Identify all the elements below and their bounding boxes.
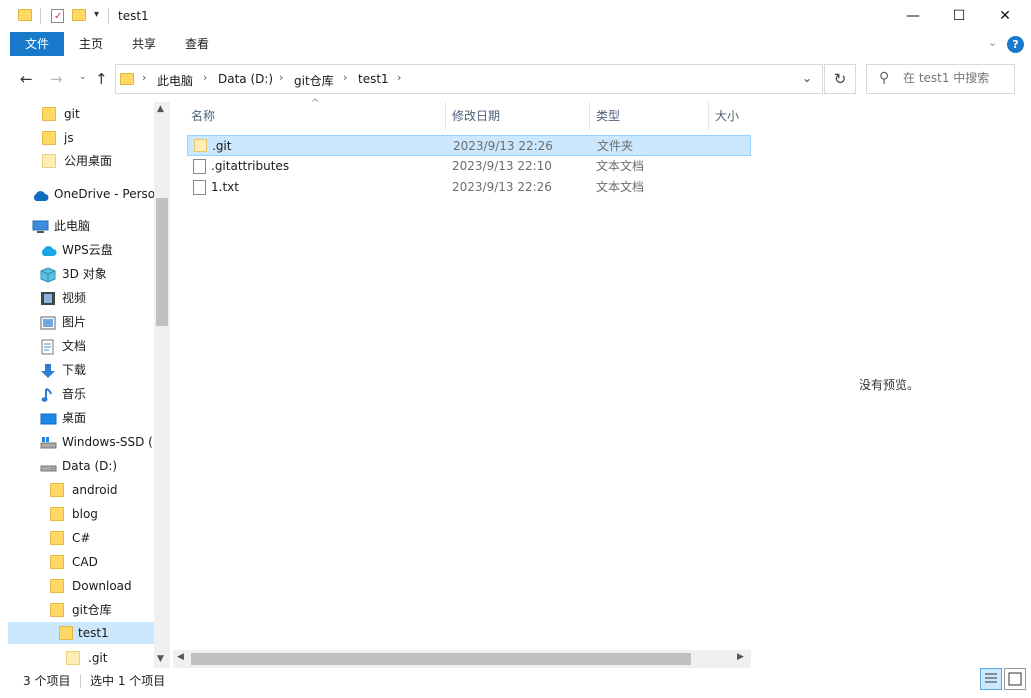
folder-icon bbox=[42, 131, 56, 145]
nav-scrollbar[interactable]: ▲ ▼ bbox=[154, 102, 170, 668]
chevron-right-icon: › bbox=[203, 71, 208, 84]
file-row[interactable]: .git 2023/9/13 22:26 文件夹 bbox=[187, 135, 751, 156]
breadcrumb-data-drive[interactable]: Data (D:) bbox=[218, 72, 273, 86]
status-item-count: 3 个项目 bbox=[23, 674, 71, 688]
refresh-icon: ↻ bbox=[833, 70, 847, 88]
address-bar[interactable]: › 此电脑 › Data (D:) › git仓库 › test1 › ⌄ bbox=[115, 64, 823, 94]
close-button[interactable]: ✕ bbox=[982, 0, 1028, 32]
folder-icon bbox=[66, 651, 80, 665]
recent-locations-icon[interactable]: ⌄ bbox=[79, 72, 87, 82]
file-list: ^ 名称 修改日期 类型 大小 .git 2023/9/13 22:26 文件夹… bbox=[173, 98, 751, 668]
minimize-button[interactable]: — bbox=[890, 0, 936, 32]
maximize-icon: ☐ bbox=[952, 8, 966, 24]
folder-icon bbox=[50, 579, 64, 593]
back-arrow-icon[interactable]: ← bbox=[20, 70, 33, 88]
search-icon: ⚲ bbox=[879, 70, 890, 86]
nav-item-test1[interactable]: test1 bbox=[8, 622, 154, 644]
tab-file[interactable]: 文件 bbox=[10, 32, 64, 56]
forward-arrow-icon[interactable]: → bbox=[50, 70, 63, 88]
status-selected-count: 选中 1 个项目 bbox=[90, 674, 166, 688]
large-icons-view-button[interactable] bbox=[1004, 668, 1026, 690]
address-toolbar: ← → ⌄ ↑ › 此电脑 › Data (D:) › git仓库 › test… bbox=[0, 56, 1031, 102]
video-icon bbox=[40, 291, 56, 305]
search-input[interactable] bbox=[903, 71, 1011, 85]
folder-icon bbox=[50, 507, 64, 521]
scroll-down-icon[interactable]: ▼ bbox=[157, 654, 164, 664]
text-file-icon bbox=[193, 180, 206, 195]
chevron-right-icon: › bbox=[397, 71, 402, 84]
title-bar: ✓ ▾ test1 — ☐ ✕ bbox=[0, 0, 1031, 32]
folder-icon bbox=[50, 531, 64, 545]
breadcrumb-test1[interactable]: test1 bbox=[358, 72, 389, 86]
folder-icon bbox=[42, 107, 56, 121]
tab-view[interactable]: 查看 bbox=[172, 32, 222, 56]
folder-icon bbox=[50, 555, 64, 569]
large-icons-view-icon bbox=[1008, 672, 1022, 686]
column-header-date[interactable]: 修改日期 bbox=[446, 102, 589, 130]
help-icon[interactable]: ? bbox=[1007, 36, 1024, 53]
folder-icon bbox=[194, 139, 207, 152]
onedrive-cloud-icon bbox=[32, 187, 49, 201]
folder-icon bbox=[120, 71, 135, 87]
preview-pane: 没有预览。 bbox=[752, 102, 1031, 668]
maximize-button[interactable]: ☐ bbox=[936, 0, 982, 32]
wps-cloud-icon bbox=[40, 243, 57, 257]
column-header-size[interactable]: 大小 bbox=[709, 102, 751, 130]
status-bar: 3 个项目 选中 1 个项目 bbox=[0, 668, 1031, 698]
column-header-type[interactable]: 类型 bbox=[590, 102, 708, 130]
close-icon: ✕ bbox=[999, 8, 1011, 24]
horizontal-scroll-thumb[interactable] bbox=[191, 653, 691, 665]
pictures-icon bbox=[40, 315, 56, 330]
properties-icon[interactable]: ✓ bbox=[50, 8, 66, 24]
nav-scroll-thumb[interactable] bbox=[156, 198, 168, 326]
folder-icon bbox=[18, 8, 34, 24]
folder-icon bbox=[50, 483, 64, 497]
ribbon-tabs: 文件 主页 共享 查看 ⌄ ? bbox=[0, 32, 1031, 56]
this-pc-icon bbox=[32, 219, 49, 233]
horizontal-scrollbar[interactable]: ◀ ▶ bbox=[173, 650, 751, 668]
scroll-left-icon[interactable]: ◀ bbox=[177, 652, 184, 662]
up-arrow-icon[interactable]: ↑ bbox=[95, 70, 108, 88]
details-view-icon bbox=[985, 673, 997, 683]
music-icon bbox=[40, 387, 56, 402]
folder-icon bbox=[42, 154, 56, 168]
tab-share[interactable]: 共享 bbox=[118, 32, 170, 56]
desktop-icon bbox=[40, 411, 57, 425]
chevron-right-icon: › bbox=[343, 71, 348, 84]
scroll-right-icon[interactable]: ▶ bbox=[737, 652, 744, 662]
search-box[interactable]: ⚲ bbox=[866, 64, 1015, 94]
details-view-button[interactable] bbox=[980, 668, 1002, 690]
3d-objects-icon bbox=[40, 267, 56, 283]
refresh-button[interactable]: ↻ bbox=[824, 64, 856, 94]
scroll-up-icon[interactable]: ▲ bbox=[157, 104, 164, 114]
text-file-icon bbox=[193, 159, 206, 174]
chevron-right-icon: › bbox=[142, 71, 147, 84]
preview-empty-text: 没有预览。 bbox=[859, 378, 920, 392]
minimize-icon: — bbox=[906, 8, 920, 24]
column-header-name[interactable]: 名称 bbox=[185, 102, 445, 130]
breadcrumb-this-pc[interactable]: 此电脑 bbox=[157, 72, 193, 89]
address-dropdown-icon[interactable]: ⌄ bbox=[802, 71, 812, 85]
new-folder-icon[interactable] bbox=[72, 8, 88, 24]
customize-quick-access-icon[interactable]: ▾ bbox=[94, 9, 99, 20]
chevron-right-icon: › bbox=[279, 71, 284, 84]
download-icon bbox=[40, 363, 56, 378]
windows-drive-icon bbox=[40, 435, 57, 449]
documents-icon bbox=[40, 339, 56, 355]
tab-home[interactable]: 主页 bbox=[66, 32, 116, 56]
expand-ribbon-icon[interactable]: ⌄ bbox=[988, 36, 997, 49]
folder-icon bbox=[50, 603, 64, 617]
window-title: test1 bbox=[118, 9, 149, 23]
folder-icon bbox=[59, 626, 73, 640]
file-row[interactable]: 1.txt 2023/9/13 22:26 文本文档 bbox=[187, 177, 751, 198]
file-explorer-window: ✓ ▾ test1 — ☐ ✕ 文件 主页 共享 查看 ⌄ ? ← → ⌄ ↑ … bbox=[0, 0, 1031, 698]
file-row[interactable]: .gitattributes 2023/9/13 22:10 文本文档 bbox=[187, 156, 751, 177]
navigation-pane: git js 公用桌面 OneDrive - Perso 此电脑 WPS云盘 3… bbox=[8, 102, 170, 668]
breadcrumb-git-repo[interactable]: git仓库 bbox=[294, 72, 334, 89]
drive-icon bbox=[40, 459, 57, 473]
